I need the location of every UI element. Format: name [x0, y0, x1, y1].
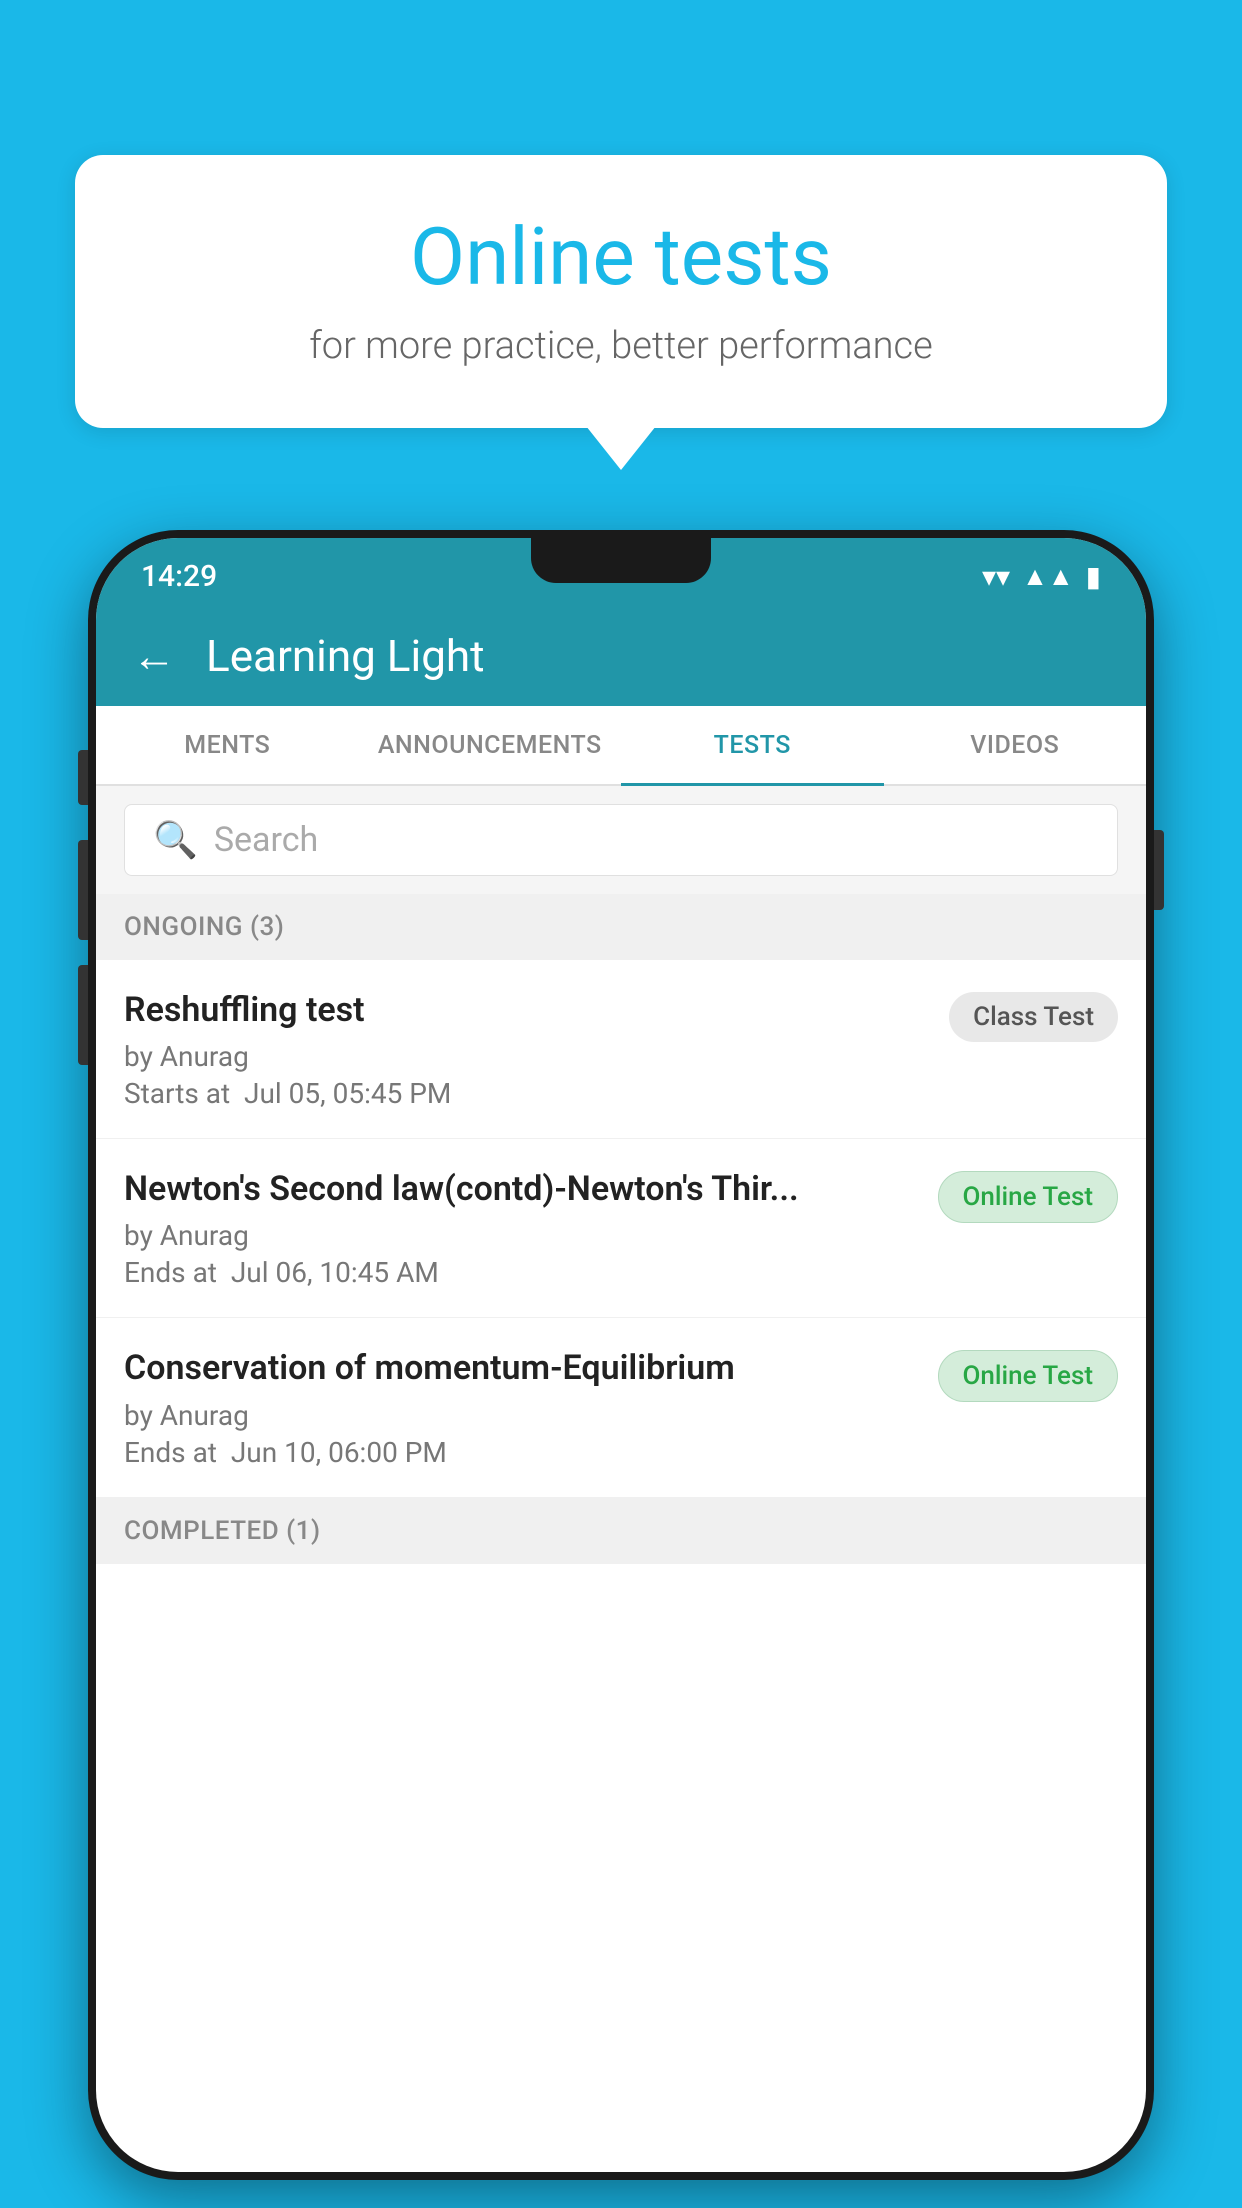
completed-section-header: COMPLETED (1): [96, 1498, 1146, 1564]
test-title-3: Conservation of momentum-Equilibrium: [124, 1346, 918, 1390]
tab-tests[interactable]: TESTS: [621, 706, 884, 784]
test-content-2: Newton's Second law(contd)-Newton's Thir…: [124, 1167, 938, 1289]
test-time-3: Ends at Jun 10, 06:00 PM: [124, 1436, 918, 1469]
speech-bubble-title: Online tests: [135, 210, 1107, 304]
test-author-3: by Anurag: [124, 1399, 918, 1432]
status-icons: ▾▾ ▲▲ ▮: [982, 560, 1101, 593]
phone-notch: [531, 538, 711, 583]
test-item-3[interactable]: Conservation of momentum-Equilibrium by …: [96, 1318, 1146, 1497]
test-badge-3: Online Test: [938, 1350, 1119, 1402]
test-author-1: by Anurag: [124, 1040, 929, 1073]
test-content-3: Conservation of momentum-Equilibrium by …: [124, 1346, 938, 1468]
search-icon: 🔍: [153, 819, 198, 861]
back-button[interactable]: ←: [132, 630, 176, 682]
background: Online tests for more practice, better p…: [0, 0, 1242, 2208]
phone-container: 14:29 ▾▾ ▲▲ ▮ ← Learning Light MENTS: [88, 530, 1154, 2208]
test-badge-2: Online Test: [938, 1171, 1119, 1223]
search-container: 🔍 Search: [96, 786, 1146, 894]
phone-volume-up-button: [78, 840, 88, 940]
tab-videos[interactable]: VIDEOS: [884, 706, 1147, 784]
test-author-2: by Anurag: [124, 1219, 918, 1252]
test-time-2: Ends at Jul 06, 10:45 AM: [124, 1256, 918, 1289]
search-bar[interactable]: 🔍 Search: [124, 804, 1118, 876]
signal-icon: ▲▲: [1022, 561, 1073, 592]
tab-ments[interactable]: MENTS: [96, 706, 359, 784]
phone-volume-down-button: [78, 965, 88, 1065]
tabs-container: MENTS ANNOUNCEMENTS TESTS VIDEOS: [96, 706, 1146, 786]
phone-frame: 14:29 ▾▾ ▲▲ ▮ ← Learning Light MENTS: [88, 530, 1154, 2180]
tab-announcements[interactable]: ANNOUNCEMENTS: [359, 706, 622, 784]
test-title-2: Newton's Second law(contd)-Newton's Thir…: [124, 1167, 918, 1211]
speech-bubble: Online tests for more practice, better p…: [75, 155, 1167, 428]
search-placeholder: Search: [214, 820, 318, 860]
wifi-icon: ▾▾: [982, 560, 1010, 593]
test-list: Reshuffling test by Anurag Starts at Jul…: [96, 960, 1146, 1498]
test-item-2[interactable]: Newton's Second law(contd)-Newton's Thir…: [96, 1139, 1146, 1318]
test-time-1: Starts at Jul 05, 05:45 PM: [124, 1077, 929, 1110]
test-badge-1: Class Test: [949, 992, 1118, 1042]
phone-power-button: [1154, 830, 1164, 910]
test-content-1: Reshuffling test by Anurag Starts at Jul…: [124, 988, 949, 1110]
phone-mute-button: [78, 750, 88, 805]
phone-screen: 14:29 ▾▾ ▲▲ ▮ ← Learning Light MENTS: [96, 538, 1146, 2172]
test-item-1[interactable]: Reshuffling test by Anurag Starts at Jul…: [96, 960, 1146, 1139]
app-title: Learning Light: [206, 630, 485, 682]
app-header: ← Learning Light: [96, 606, 1146, 706]
ongoing-section-header: ONGOING (3): [96, 894, 1146, 960]
speech-bubble-subtitle: for more practice, better performance: [135, 324, 1107, 368]
battery-icon: ▮: [1086, 560, 1101, 593]
status-time: 14:29: [141, 559, 217, 594]
test-title-1: Reshuffling test: [124, 988, 929, 1032]
